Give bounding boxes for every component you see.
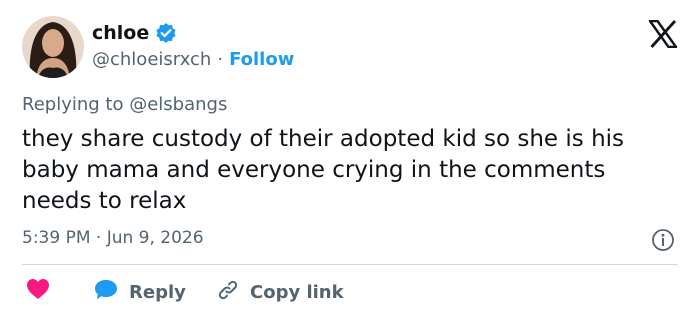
avatar[interactable] <box>22 16 84 78</box>
x-logo-icon[interactable] <box>648 19 678 49</box>
author-handle-row: @chloeisrxch · Follow <box>92 49 294 70</box>
replying-to-prefix: Replying to <box>22 94 130 115</box>
replying-to-mention[interactable]: @elsbangs <box>129 94 227 115</box>
separator-dot: · <box>217 49 224 70</box>
author-name[interactable]: chloe <box>92 22 149 44</box>
link-icon <box>216 278 240 306</box>
reply-label: Reply <box>129 281 186 303</box>
info-icon[interactable] <box>651 228 675 252</box>
follow-button[interactable]: Follow <box>229 49 294 70</box>
replying-to: Replying to @elsbangs <box>22 94 227 115</box>
reply-bubble-icon <box>93 278 119 306</box>
copy-link-button[interactable]: Copy link <box>216 278 344 306</box>
tweet-text: they share custody of their adopted kid … <box>22 126 625 214</box>
heart-icon <box>26 278 50 304</box>
author-handle[interactable]: @chloeisrxch <box>92 49 211 70</box>
like-button[interactable] <box>26 278 50 304</box>
author-name-row: chloe <box>92 22 177 44</box>
verified-badge-icon <box>155 22 177 44</box>
divider <box>22 264 678 265</box>
copy-link-label: Copy link <box>250 281 344 303</box>
tweet-timestamp[interactable]: 5:39 PM · Jun 9, 2026 <box>22 228 204 248</box>
avatar-image <box>22 16 84 78</box>
reply-button[interactable]: Reply <box>93 278 186 306</box>
